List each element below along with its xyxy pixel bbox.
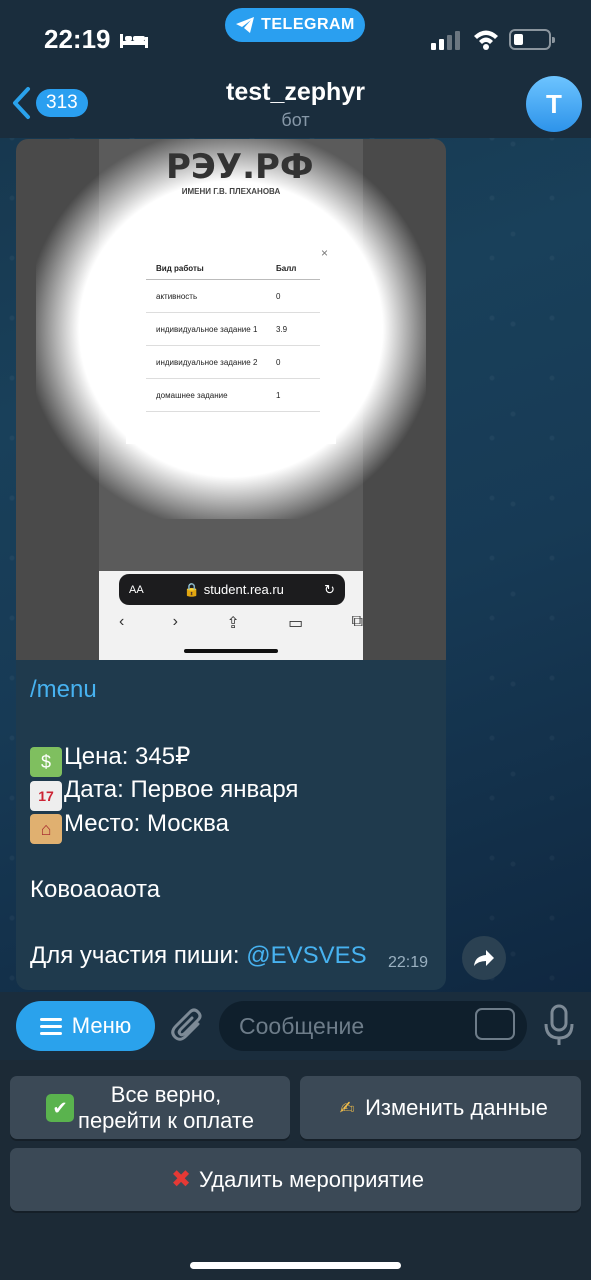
forward-arrow-icon: [474, 950, 494, 966]
status-bar: 22:19 TELEGRAM: [0, 0, 591, 72]
table-cell: индивидуальное задание 1: [156, 324, 258, 334]
tabs-icon: ⧉: [351, 613, 363, 630]
chat-header: 313 test_zephyr бот T: [0, 72, 591, 138]
bot-keyboard: ✔ Все верно, перейти к оплате ✍ Изменить…: [0, 1060, 591, 1280]
table-cell: индивидуальное задание 2: [156, 357, 258, 367]
house-icon: ⌂: [30, 814, 62, 844]
place-line: ⌂ Место: Москва: [30, 810, 229, 844]
keyboard-icon[interactable]: [475, 1008, 515, 1040]
menu-button-label: Меню: [71, 1013, 132, 1038]
place-text: Место: Москва: [64, 810, 229, 837]
microphone-icon[interactable]: [542, 1004, 576, 1046]
table-header: Вид работы: [156, 264, 204, 273]
url-value: student.rea.ru: [203, 581, 284, 597]
edit-data-button[interactable]: ✍ Изменить данные: [300, 1076, 581, 1139]
table-cell: 0: [276, 357, 281, 367]
photo-home-indicator: [184, 649, 278, 653]
share-icon: ⇪: [226, 615, 240, 632]
cta-line: Для участия пиши: @EVSVES: [30, 942, 367, 970]
photo-logo-subtitle: ИМЕНИ Г.В. ПЛЕХАНОВА: [181, 187, 281, 196]
chat-subtitle: бот: [281, 110, 310, 130]
book-icon: ▭: [288, 615, 304, 632]
paperclip-icon[interactable]: [170, 1006, 206, 1046]
confirm-payment-button[interactable]: ✔ Все верно, перейти к оплате: [10, 1076, 290, 1139]
table-row: активность 0: [146, 280, 320, 313]
hamburger-icon: [39, 1018, 62, 1035]
price-text: Цена: 345₽: [64, 743, 191, 770]
telegram-pill-label: TELEGRAM: [261, 16, 355, 33]
edit-data-label: Изменить данные: [365, 1094, 548, 1120]
menu-command-link[interactable]: /menu: [30, 676, 97, 704]
sleep-focus-icon: [120, 34, 148, 48]
message-text: Ковоаоаота: [30, 876, 161, 903]
clock: 22:19: [44, 24, 111, 54]
table-cell: домашнее задание: [156, 390, 228, 400]
photo-grades-modal: × Вид работы Балл активность 0 индивидуа…: [126, 240, 336, 444]
table-row: индивидуальное задание 2 0: [146, 346, 320, 379]
check-icon: ✔: [46, 1093, 75, 1122]
telegram-pill[interactable]: TELEGRAM: [225, 8, 365, 42]
table-cell: 3.9: [276, 324, 288, 334]
back-arrow-icon: ‹: [119, 613, 125, 630]
input-bar: Меню Сообщение: [0, 992, 591, 1060]
forward-button[interactable]: [462, 936, 506, 980]
cellular-signal-icon: [431, 31, 460, 50]
delete-event-label: Удалить мероприятие: [199, 1166, 424, 1192]
date-text: Дата: Первое января: [64, 776, 299, 803]
reload-icon: ↻: [324, 581, 335, 597]
date-line: 17 Дата: Первое января: [30, 776, 298, 811]
message-time: 22:19: [388, 954, 429, 971]
table-row: индивидуальное задание 1 3.9: [146, 313, 320, 346]
money-icon: $: [30, 747, 62, 777]
table-header-row: Вид работы Балл: [146, 258, 320, 280]
home-indicator: [190, 1262, 401, 1269]
photo-url-bar: AA 🔒 student.rea.ru ↻: [119, 574, 345, 605]
table-cell: 0: [276, 291, 281, 301]
cta-text: Для участия пиши:: [30, 942, 247, 969]
menu-button[interactable]: Меню: [16, 1001, 155, 1051]
forward-arrow-icon: ›: [172, 613, 178, 630]
url-text: 🔒 student.rea.ru: [183, 581, 284, 597]
wifi-icon: [474, 30, 498, 50]
calendar-icon: 17: [30, 781, 62, 811]
photo-browser-icons: ‹ › ⇪ ▭ ⧉: [111, 613, 371, 639]
message-photo[interactable]: РЭУ.РФ ИМЕНИ Г.В. ПЛЕХАНОВА × Вид работы…: [16, 139, 446, 660]
table-row: домашнее задание 1: [146, 379, 320, 412]
cross-icon: ✖: [170, 1165, 192, 1193]
close-icon: ×: [320, 246, 328, 260]
avatar[interactable]: T: [526, 76, 582, 132]
confirm-payment-label: Все верно, перейти к оплате: [78, 1081, 254, 1133]
chat-title[interactable]: test_zephyr: [0, 78, 591, 107]
table-cell: активность: [156, 291, 198, 301]
battery-icon: [509, 29, 555, 50]
grades-table: Вид работы Балл активность 0 индивидуаль…: [146, 258, 320, 412]
writing-hand-icon: ✍: [339, 1097, 355, 1118]
table-header: Балл: [276, 264, 297, 273]
table-cell: 1: [276, 390, 281, 400]
price-line: $ Цена: 345₽: [30, 742, 190, 777]
telegram-plane-icon: [236, 17, 255, 33]
mention-link[interactable]: @EVSVES: [246, 942, 366, 969]
text-size-label: AA: [129, 583, 144, 596]
photo-logo-text: РЭУ.РФ: [166, 147, 314, 187]
delete-event-button[interactable]: ✖ Удалить мероприятие: [10, 1148, 581, 1211]
